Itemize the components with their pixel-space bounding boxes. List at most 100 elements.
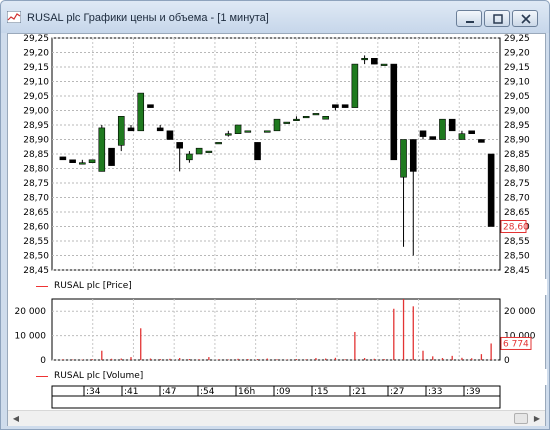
price-candle xyxy=(390,63,398,161)
price-candle xyxy=(283,121,291,124)
candle-body xyxy=(341,104,349,108)
price-candle xyxy=(205,150,213,153)
chart-client-area: 29,25 29,25 29,20 29,20 29,15 29,15 29,10 29,10… xyxy=(7,33,547,426)
candle-body xyxy=(439,118,446,140)
candle-body xyxy=(409,139,417,172)
price-tick-label-right: 28,85 xyxy=(504,150,530,160)
price-candle xyxy=(108,147,115,166)
price-candle xyxy=(254,142,261,161)
volume-chart[interactable]: 20 000 20 00010 000 10 0000 06 774 xyxy=(8,296,545,366)
time-tick-label: :15 xyxy=(314,387,328,397)
candle-body xyxy=(312,113,320,116)
volume-tick-label-left: 10 000 xyxy=(15,332,47,342)
price-tick-label-right: 28,90 xyxy=(504,136,530,146)
price-tick-label-left: 28,90 xyxy=(23,136,49,146)
time-axis: :34:41:47:54 16h:09:15:21:27:33:39 xyxy=(51,385,501,409)
price-candle xyxy=(273,118,281,132)
time-tick-label: :41 xyxy=(124,387,138,397)
scroll-left-icon[interactable]: ◀ xyxy=(10,413,22,425)
price-tick-label-right: 28,75 xyxy=(504,179,530,189)
scroll-thumb[interactable] xyxy=(514,413,528,424)
volume-legend: RUSAL plc [Volume] xyxy=(8,369,547,385)
price-tick-label-left: 28,70 xyxy=(23,194,49,204)
price-tick-label-left: 29,25 xyxy=(23,34,49,44)
volume-plot-frame xyxy=(51,298,501,361)
candle-body xyxy=(186,153,193,161)
candle-body xyxy=(205,150,213,153)
minimize-icon xyxy=(466,21,474,23)
price-tick-label-right: 29,05 xyxy=(504,92,530,102)
candle-body xyxy=(380,63,388,66)
price-legend-label: RUSAL plc [Price] xyxy=(54,281,132,291)
candle-body xyxy=(244,130,252,133)
candle-body xyxy=(322,116,329,120)
chart-window: RUSAL plc Графики цены и объема - [1 мин… xyxy=(0,0,550,430)
horizontal-scrollbar[interactable]: ◀ ▶ xyxy=(8,410,545,426)
candle-body xyxy=(254,142,261,161)
price-candle xyxy=(322,116,329,120)
volume-legend-label: RUSAL plc [Volume] xyxy=(54,371,144,381)
candle-body xyxy=(156,127,164,132)
price-candle xyxy=(371,57,378,65)
price-legend-swatch xyxy=(36,286,48,287)
time-tick-label: :33 xyxy=(428,387,442,397)
price-candle xyxy=(137,92,145,132)
close-button[interactable] xyxy=(512,10,538,27)
candle-body xyxy=(273,118,281,132)
volume-tick-label-right: 20 000 xyxy=(504,307,536,317)
price-candle xyxy=(487,153,495,227)
candle-body xyxy=(215,142,222,145)
price-tick-label-right: 28,95 xyxy=(504,121,530,131)
candle-body xyxy=(98,127,106,172)
candle-body xyxy=(361,57,368,61)
candle-body xyxy=(400,139,407,178)
price-candle xyxy=(341,104,349,108)
candle-body xyxy=(195,147,203,155)
volume-tick-label-left: 0 xyxy=(40,356,46,366)
candle-body xyxy=(147,104,154,108)
candle-body xyxy=(263,130,271,133)
price-chart[interactable]: 29,25 29,25 29,20 29,20 29,15 29,15 29,10 29,10… xyxy=(8,34,545,281)
candle-body xyxy=(351,63,359,108)
candle-body xyxy=(117,116,125,146)
price-candle xyxy=(380,63,388,66)
title-bar[interactable]: RUSAL plc Графики цены и объема - [1 мин… xyxy=(1,1,549,33)
price-tick-label-left: 28,75 xyxy=(23,179,49,189)
minimize-button[interactable] xyxy=(456,10,482,27)
price-candle xyxy=(88,159,96,164)
candle-body xyxy=(225,133,232,136)
price-tick-label-left: 28,50 xyxy=(23,252,49,262)
price-candle xyxy=(195,147,203,155)
price-tick-label-left: 29,10 xyxy=(23,78,49,88)
time-tick-label: :09 xyxy=(276,387,291,397)
candle-body xyxy=(88,159,96,164)
candle-body xyxy=(390,63,398,161)
candle-body xyxy=(127,127,135,132)
candle-body xyxy=(69,159,76,164)
price-tick-label-left: 28,65 xyxy=(23,208,49,218)
price-candle xyxy=(234,124,242,134)
price-tick-label-right: 28,80 xyxy=(504,165,530,175)
candle-body xyxy=(478,139,485,143)
price-candle xyxy=(351,63,359,108)
candle-body xyxy=(176,142,183,149)
price-tick-label-right: 29,25 xyxy=(504,34,530,44)
volume-legend-swatch xyxy=(36,376,48,377)
price-candle xyxy=(448,118,456,132)
price-candle xyxy=(429,136,437,140)
candle-body xyxy=(468,130,475,135)
candle-body xyxy=(487,153,495,227)
candle-body xyxy=(79,162,86,165)
candle-body xyxy=(332,104,339,108)
price-candle xyxy=(244,130,252,133)
candle-body xyxy=(166,130,174,140)
price-candle xyxy=(439,118,446,140)
price-candle xyxy=(302,116,310,119)
price-tick-label-left: 29,05 xyxy=(23,92,49,102)
maximize-button[interactable] xyxy=(484,10,510,27)
scroll-right-icon[interactable]: ▶ xyxy=(531,413,543,425)
candle-body xyxy=(59,156,67,161)
price-tick-label-right: 29,10 xyxy=(504,78,530,88)
price-candle xyxy=(69,159,76,164)
volume-last-value-label: 6 774 xyxy=(503,339,529,349)
